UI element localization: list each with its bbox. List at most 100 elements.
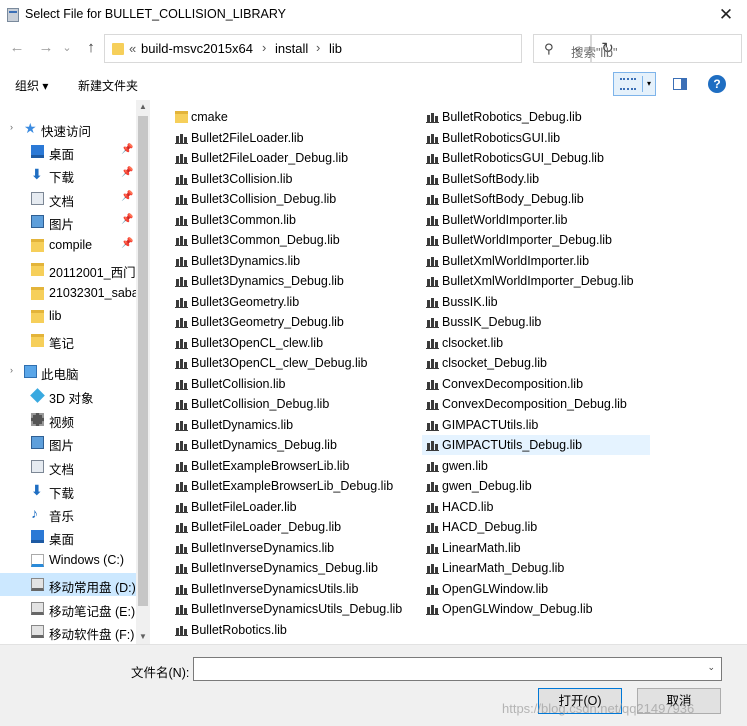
file-item[interactable]: BulletSoftBody_Debug.lib bbox=[422, 189, 650, 209]
new-folder-button[interactable]: 新建文件夹 bbox=[78, 77, 138, 94]
forward-button[interactable]: → bbox=[36, 38, 56, 58]
file-item[interactable]: BussIK.lib bbox=[422, 292, 650, 312]
sidebar-item[interactable]: 文档 📌 bbox=[0, 187, 136, 210]
file-item[interactable]: Bullet3Collision.lib bbox=[171, 169, 416, 189]
sidebar-item[interactable]: › ★ 快速访问 bbox=[0, 117, 136, 140]
file-item[interactable]: BulletXmlWorldImporter.lib bbox=[422, 251, 650, 271]
file-item[interactable]: BulletWorldImporter.lib bbox=[422, 210, 650, 230]
file-item[interactable]: BulletExampleBrowserLib.lib bbox=[171, 456, 416, 476]
file-item[interactable]: gwen_Debug.lib bbox=[422, 476, 650, 496]
scrollbar-thumb[interactable] bbox=[138, 116, 148, 606]
sidebar-item[interactable]: 移动软件盘 (F:) bbox=[0, 620, 136, 643]
file-item[interactable]: gwen.lib bbox=[422, 456, 650, 476]
breadcrumb-separator[interactable]: › bbox=[262, 40, 266, 55]
sidebar-item[interactable]: 笔记 bbox=[0, 329, 136, 352]
file-item[interactable]: BulletExampleBrowserLib_Debug.lib bbox=[171, 476, 416, 496]
file-list[interactable]: cmake Bullet2FileLoader.lib Bullet2FileLoa… bbox=[150, 100, 747, 644]
file-item[interactable]: Bullet3OpenCL_clew_Debug.lib bbox=[171, 353, 416, 373]
sidebar-scrollbar[interactable]: ▲ ▼ bbox=[136, 100, 150, 644]
sidebar-item[interactable]: 视频 bbox=[0, 408, 136, 431]
recent-locations-button[interactable]: ⌄ bbox=[60, 38, 74, 58]
sidebar-item[interactable]: ♪ 音乐 bbox=[0, 502, 136, 525]
sidebar-item[interactable]: compile 📌 bbox=[0, 234, 136, 257]
file-item[interactable]: BulletRoboticsGUI_Debug.lib bbox=[422, 148, 650, 168]
file-item[interactable]: clsocket_Debug.lib bbox=[422, 353, 650, 373]
file-item[interactable]: BulletInverseDynamicsUtils.lib bbox=[171, 579, 416, 599]
sidebar-item[interactable]: › 此电脑 bbox=[0, 360, 136, 383]
file-item[interactable]: Bullet2FileLoader.lib bbox=[171, 128, 416, 148]
file-item[interactable]: ConvexDecomposition_Debug.lib bbox=[422, 394, 650, 414]
sidebar-item[interactable]: 3D 对象 bbox=[0, 384, 136, 407]
back-button[interactable]: ← bbox=[7, 38, 27, 58]
close-button[interactable]: ✕ bbox=[705, 0, 747, 30]
expand-chevron-icon[interactable]: › bbox=[10, 365, 13, 375]
file-item[interactable]: BulletWorldImporter_Debug.lib bbox=[422, 230, 650, 250]
file-item[interactable]: BulletRoboticsGUI.lib bbox=[422, 128, 650, 148]
file-item[interactable]: BulletCollision_Debug.lib bbox=[171, 394, 416, 414]
help-button[interactable]: ? bbox=[708, 75, 726, 93]
address-bar[interactable]: « build-msvc2015x64 › install › lib ⌄ ↻ bbox=[104, 34, 614, 63]
change-view-button[interactable]: ▾ bbox=[613, 72, 656, 96]
chevron-down-icon[interactable]: ⌄ bbox=[707, 662, 715, 673]
breadcrumb-segment[interactable]: lib bbox=[329, 41, 342, 56]
up-button[interactable]: ↑ bbox=[81, 38, 101, 58]
file-item[interactable]: LinearMath.lib bbox=[422, 538, 650, 558]
sidebar-item[interactable]: 图片 bbox=[0, 431, 136, 454]
file-item[interactable]: GIMPACTUtils_Debug.lib bbox=[422, 435, 650, 455]
file-item[interactable]: LinearMath_Debug.lib bbox=[422, 558, 650, 578]
search-box[interactable]: ⚲ 搜索"lib" bbox=[533, 34, 742, 63]
sidebar-item[interactable]: Windows (C:) bbox=[0, 549, 136, 572]
file-item[interactable]: Bullet2FileLoader_Debug.lib bbox=[171, 148, 416, 168]
file-item[interactable]: BulletFileLoader_Debug.lib bbox=[171, 517, 416, 537]
sidebar-item[interactable]: 移动笔记盘 (E:) bbox=[0, 597, 136, 620]
scroll-up-arrow[interactable]: ▲ bbox=[136, 100, 150, 114]
folder-item[interactable]: cmake bbox=[171, 107, 416, 127]
expand-chevron-icon[interactable]: › bbox=[10, 122, 13, 132]
breadcrumb-overflow[interactable]: « bbox=[129, 41, 136, 56]
file-item[interactable]: clsocket.lib bbox=[422, 333, 650, 353]
file-item[interactable]: ConvexDecomposition.lib bbox=[422, 374, 650, 394]
file-item[interactable]: BulletSoftBody.lib bbox=[422, 169, 650, 189]
file-item[interactable]: GIMPACTUtils.lib bbox=[422, 415, 650, 435]
sidebar-item[interactable]: 桌面 bbox=[0, 525, 136, 548]
file-item[interactable]: BulletRobotics.lib bbox=[171, 620, 416, 640]
sidebar-item[interactable]: ⬇ 下载 bbox=[0, 479, 136, 502]
sidebar-item[interactable]: 文档 bbox=[0, 455, 136, 478]
file-item[interactable]: OpenGLWindow_Debug.lib bbox=[422, 599, 650, 619]
file-item[interactable]: BulletFileLoader.lib bbox=[171, 497, 416, 517]
file-item[interactable]: BulletInverseDynamics.lib bbox=[171, 538, 416, 558]
sidebar-item[interactable]: 20112001_西门 bbox=[0, 258, 136, 281]
file-item[interactable]: HACD_Debug.lib bbox=[422, 517, 650, 537]
file-item[interactable]: Bullet3Dynamics.lib bbox=[171, 251, 416, 271]
file-item[interactable]: BulletRobotics_Debug.lib bbox=[422, 107, 650, 127]
filename-input[interactable]: ⌄ bbox=[193, 657, 722, 681]
organize-button[interactable]: 组织 ▾ bbox=[15, 77, 48, 94]
sidebar-item[interactable]: 图片 📌 bbox=[0, 210, 136, 233]
file-item[interactable]: BulletDynamics.lib bbox=[171, 415, 416, 435]
file-item[interactable]: Bullet3Geometry_Debug.lib bbox=[171, 312, 416, 332]
file-item[interactable]: Bullet3OpenCL_clew.lib bbox=[171, 333, 416, 353]
sidebar-item[interactable]: ⬇ 下载 📌 bbox=[0, 163, 136, 186]
breadcrumb-segment[interactable]: install bbox=[275, 41, 308, 56]
file-item[interactable]: Bullet3Common_Debug.lib bbox=[171, 230, 416, 250]
file-item[interactable]: BulletInverseDynamicsUtils_Debug.lib bbox=[171, 599, 416, 619]
sidebar-item[interactable]: 21032301_saba bbox=[0, 282, 139, 305]
breadcrumb-separator[interactable]: › bbox=[316, 40, 320, 55]
file-item[interactable]: BussIK_Debug.lib bbox=[422, 312, 650, 332]
preview-pane-button[interactable] bbox=[673, 78, 687, 90]
file-item[interactable]: BulletCollision.lib bbox=[171, 374, 416, 394]
file-item[interactable]: BulletXmlWorldImporter_Debug.lib bbox=[422, 271, 650, 291]
file-item[interactable]: Bullet3Geometry.lib bbox=[171, 292, 416, 312]
file-item[interactable]: BulletDynamics_Debug.lib bbox=[171, 435, 416, 455]
file-item[interactable]: HACD.lib bbox=[422, 497, 650, 517]
scroll-down-arrow[interactable]: ▼ bbox=[136, 630, 150, 644]
sidebar-item[interactable]: lib bbox=[0, 305, 136, 328]
file-item[interactable]: BulletInverseDynamics_Debug.lib bbox=[171, 558, 416, 578]
breadcrumb-segment[interactable]: build-msvc2015x64 bbox=[141, 41, 253, 56]
file-item[interactable]: Bullet3Dynamics_Debug.lib bbox=[171, 271, 416, 291]
sidebar-item[interactable]: 移动常用盘 (D:) bbox=[0, 573, 136, 596]
file-item[interactable]: Bullet3Common.lib bbox=[171, 210, 416, 230]
file-item[interactable]: Bullet3Collision_Debug.lib bbox=[171, 189, 416, 209]
file-item[interactable]: OpenGLWindow.lib bbox=[422, 579, 650, 599]
navigation-pane[interactable]: › ★ 快速访问 桌面 📌 ⬇ 下载 📌 文档 📌 图片 📌 compile 📌 20112001_西门 21… bbox=[0, 100, 150, 644]
